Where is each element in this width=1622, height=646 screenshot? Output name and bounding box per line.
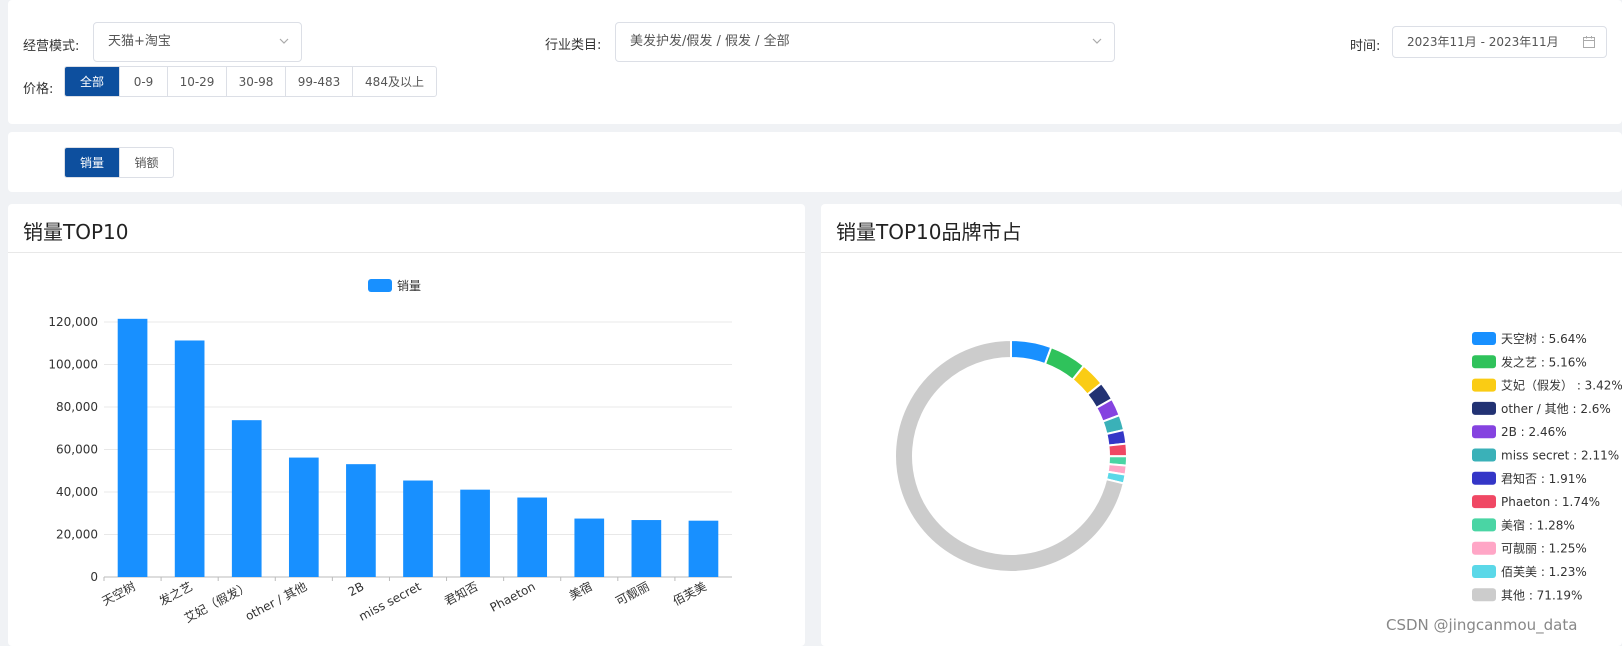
x-tick-label: 天空树 (99, 578, 138, 608)
metric-option-sales-volume[interactable]: 销量 (65, 148, 119, 177)
legend-label: 艾妃（假发） : 3.42% (1501, 378, 1622, 393)
legend-label: 可靓丽 : 1.25% (1501, 542, 1587, 556)
industry-select[interactable]: 美发护发/假发 / 假发 / 全部 (615, 22, 1115, 62)
legend-swatch (1472, 588, 1496, 602)
metric-option-sales-amount[interactable]: 销额 (119, 148, 173, 177)
bar (288, 457, 319, 577)
business-mode-value: 天猫+淘宝 (108, 34, 171, 49)
calendar-icon (1583, 36, 1595, 48)
legend-swatch (1472, 541, 1496, 555)
bar (517, 497, 548, 577)
legend-swatch (1472, 518, 1496, 532)
legend-swatch (1472, 378, 1496, 392)
bar (574, 518, 605, 577)
legend-label: 2B : 2.46% (1501, 425, 1567, 439)
y-tick-label: 0 (90, 570, 98, 584)
bar (688, 520, 719, 577)
legend-label: miss secret : 2.11% (1501, 449, 1619, 463)
y-tick-label: 120,000 (48, 315, 98, 329)
legend-swatch (368, 279, 392, 292)
legend-label: 佰芙美 : 1.23% (1501, 565, 1587, 579)
donut-slice (1010, 338, 1053, 366)
y-tick-label: 100,000 (48, 358, 98, 372)
legend-swatch (1472, 355, 1496, 369)
bar (117, 318, 148, 577)
legend-label: 销量 (397, 279, 421, 293)
x-tick-label: 君知否 (442, 579, 480, 608)
bar (460, 489, 490, 577)
industry-value: 美发护发/假发 / 假发 / 全部 (630, 34, 790, 49)
legend-label: 天空树 : 5.64% (1501, 331, 1587, 346)
filter-panel: 经营模式: 天猫+淘宝 行业类目: 美发护发/假发 / 假发 / 全部 时间: … (8, 0, 1622, 124)
x-tick-label: 艾妃（假发） (182, 578, 253, 625)
legend-swatch (1472, 448, 1496, 462)
x-tick-label: 发之艺 (156, 578, 195, 608)
watermark: CSDN @jingcanmou_data (1386, 616, 1578, 634)
business-mode-select[interactable]: 天猫+淘宝 (93, 22, 302, 62)
bar (174, 340, 205, 577)
metric-toggle: 销量 销额 (64, 147, 174, 178)
bar (403, 480, 433, 577)
x-tick-label: 美宿 (566, 578, 594, 603)
metric-panel: 销量 销额 (8, 132, 1622, 192)
price-option-0-9[interactable]: 0-9 (119, 67, 167, 96)
chevron-down-icon (279, 38, 289, 44)
x-tick-label: 佰芙美 (670, 579, 708, 608)
price-option-484-plus[interactable]: 484及以上 (352, 67, 436, 96)
business-mode-label: 经营模式: (23, 39, 80, 54)
x-tick-label: 2B (346, 579, 367, 599)
chevron-down-icon (1092, 38, 1102, 44)
date-range-value: 2023年11月 - 2023年11月 (1407, 35, 1559, 49)
legend-swatch (1472, 565, 1496, 578)
legend-label: 君知否 : 1.91% (1501, 472, 1587, 486)
legend-swatch (1472, 425, 1496, 439)
top10-brand-share-card: 销量TOP10品牌市占 天空树 : 5.64% 发之艺 : 5.16% 艾妃（假发）… (821, 204, 1622, 646)
legend-swatch (1472, 471, 1496, 485)
legend-label: other / 其他 : 2.6% (1501, 402, 1611, 416)
donut-slice (1107, 442, 1129, 458)
price-range-group: 全部 0-9 10-29 30-98 99-483 484及以上 (64, 66, 437, 97)
legend-swatch (1472, 332, 1496, 345)
price-option-all[interactable]: 全部 (65, 67, 119, 96)
bar (631, 520, 662, 577)
legend-label: 其他 : 71.19% (1501, 588, 1582, 602)
x-tick-label: miss secret (356, 579, 423, 624)
price-label: 价格: (23, 82, 54, 97)
legend-swatch (1472, 495, 1496, 509)
y-tick-label: 60,000 (56, 443, 98, 457)
x-tick-label: other / 其他 (243, 579, 309, 623)
price-option-99-483[interactable]: 99-483 (285, 67, 352, 96)
donut-chart: 天空树 : 5.64% 发之艺 : 5.16% 艾妃（假发） : 3.42% othe… (894, 331, 1622, 602)
bar (231, 420, 262, 577)
bar (346, 464, 376, 577)
legend-label: 发之艺 : 5.16% (1501, 354, 1587, 369)
price-option-10-29[interactable]: 10-29 (167, 67, 226, 96)
y-tick-label: 80,000 (56, 400, 98, 414)
price-option-30-98[interactable]: 30-98 (226, 67, 285, 96)
time-label: 时间: (1350, 39, 1381, 54)
bar-chart: 销量 0 20,000 40,000 60,000 80,000 100,000 120,00… (48, 279, 732, 625)
date-range-picker[interactable]: 2023年11月 - 2023年11月 (1392, 26, 1607, 58)
x-tick-label: Phaeton (488, 579, 538, 614)
legend-label: 美宿 : 1.28% (1501, 517, 1575, 532)
top10-sales-card: 销量TOP10 销量 0 20,000 40,000 60,000 80,000 100,0… (8, 204, 805, 646)
legend-swatch (1472, 401, 1496, 415)
x-tick-label: 可靓丽 (613, 579, 651, 608)
y-tick-label: 40,000 (56, 485, 98, 499)
legend-label: Phaeton : 1.74% (1501, 495, 1600, 509)
y-tick-label: 20,000 (56, 528, 98, 542)
industry-label: 行业类目: (545, 38, 602, 53)
